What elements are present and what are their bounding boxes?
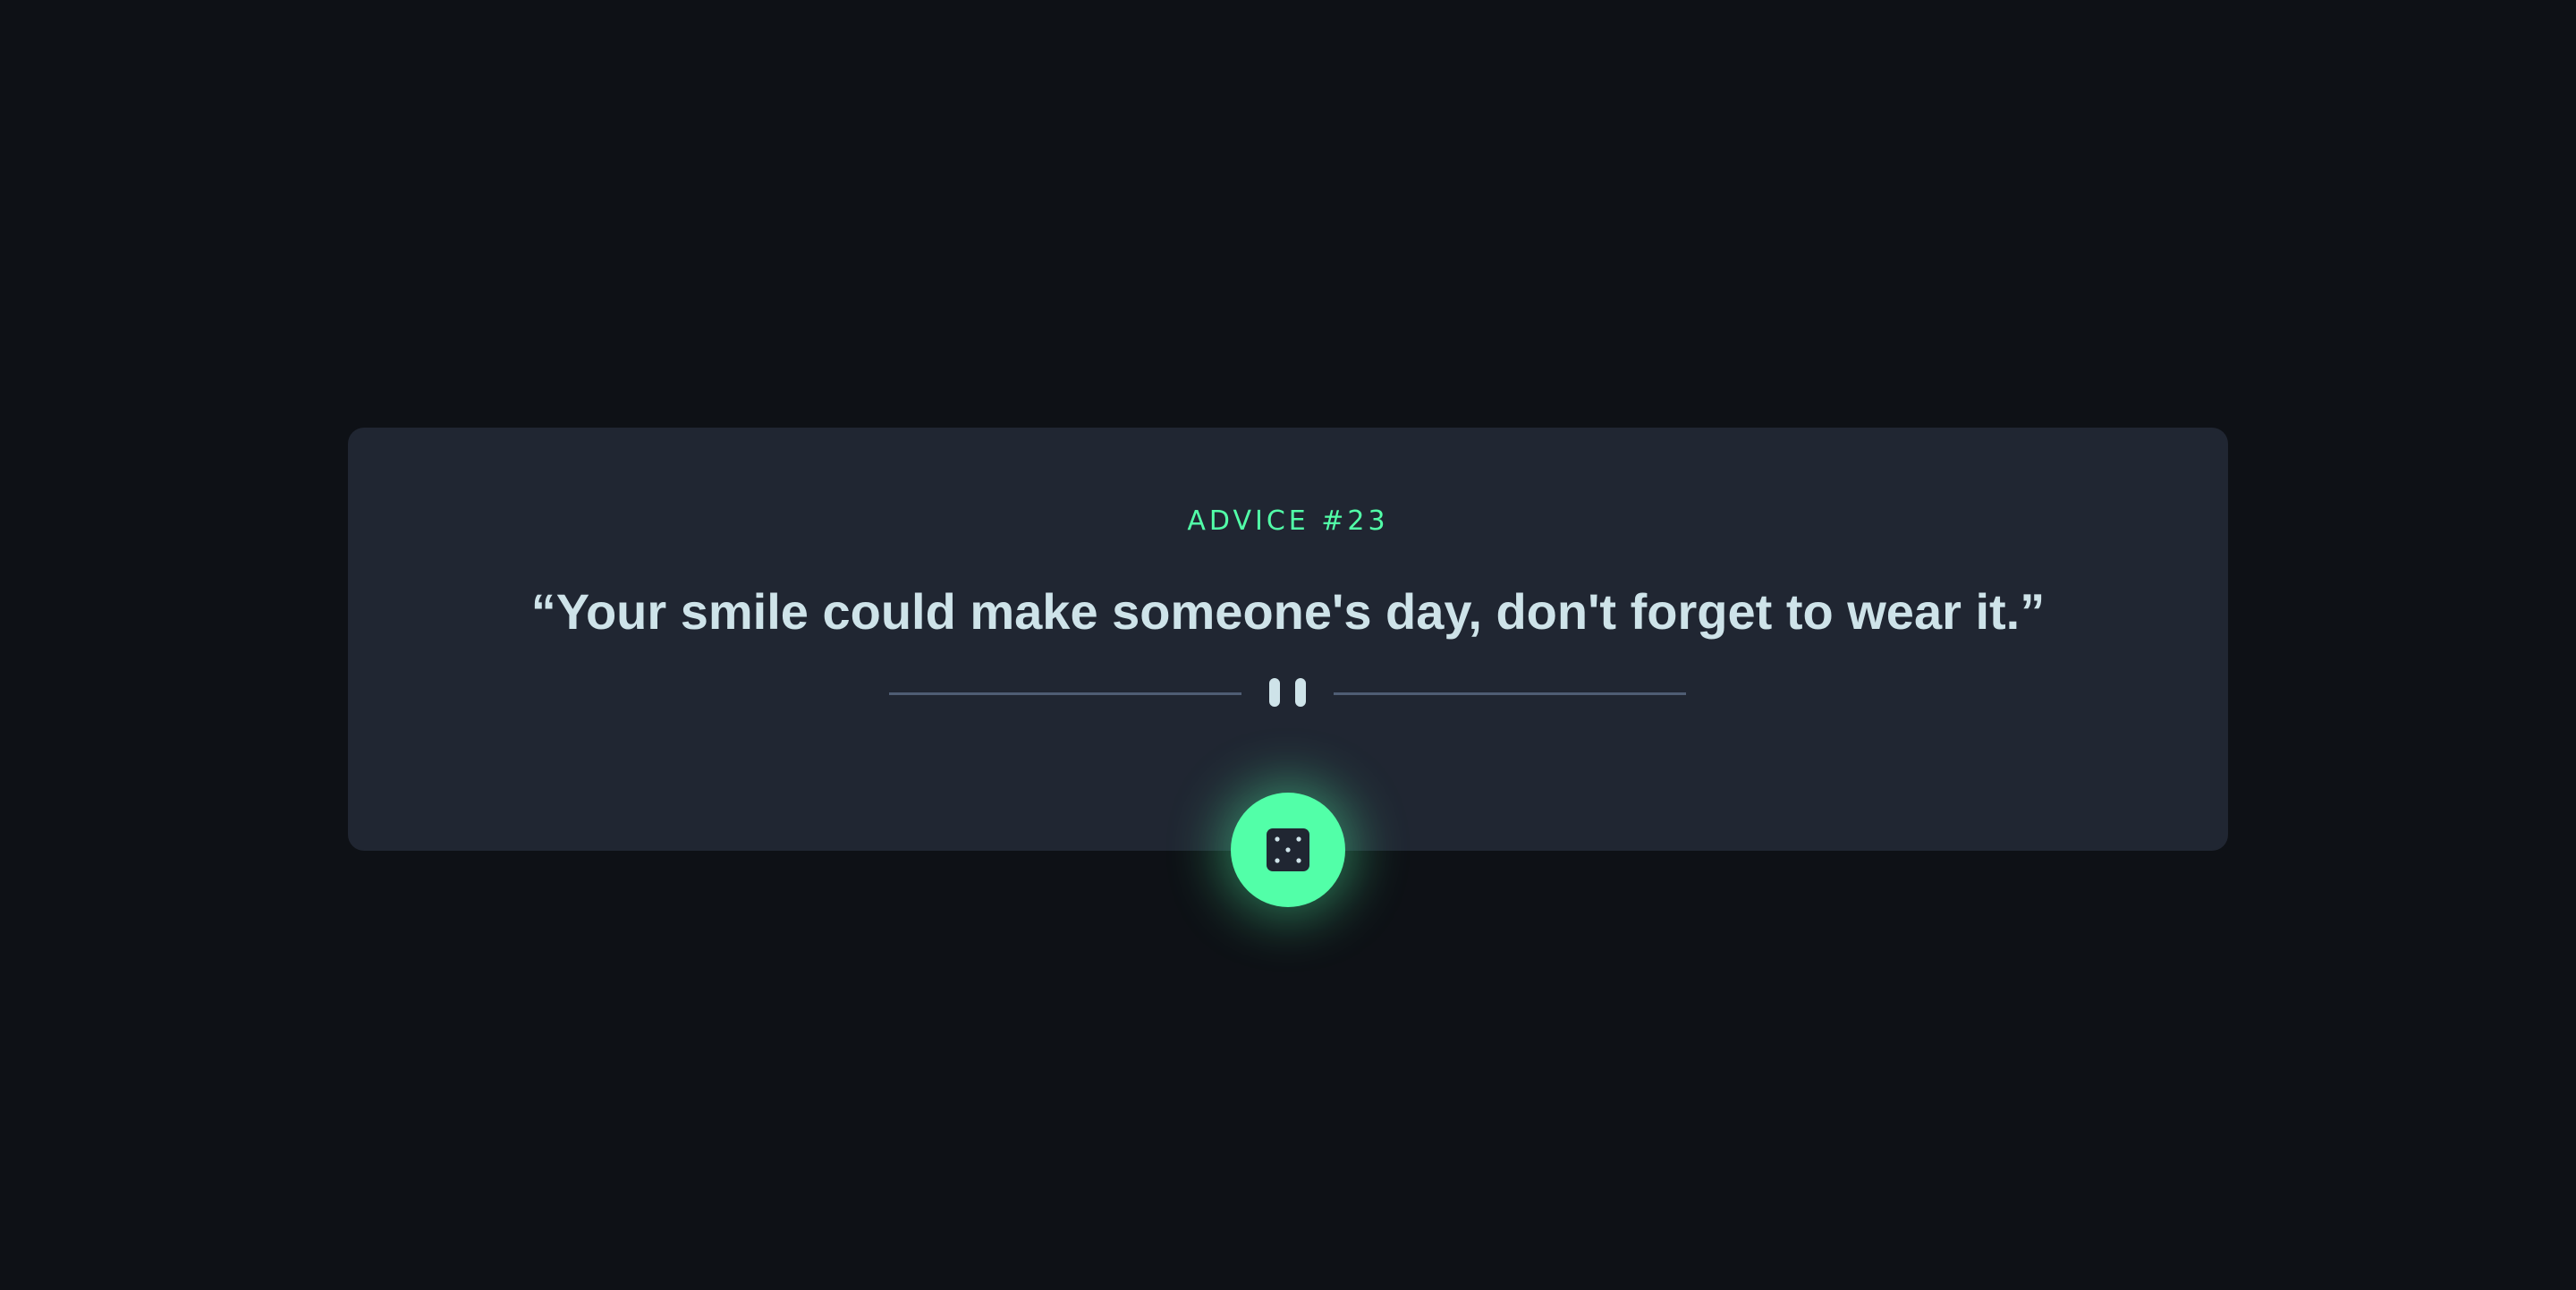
pause-icon [1269, 678, 1280, 707]
advice-quote: “Your smile could make someone's day, do… [530, 583, 2046, 640]
dice-icon [1267, 828, 1309, 871]
pause-icon-bar [1295, 678, 1306, 707]
divider-line-left [889, 692, 1241, 695]
divider-line-right [1334, 692, 1686, 695]
advice-number: ADVICE #23 [1187, 505, 1389, 537]
new-advice-button[interactable] [1231, 793, 1345, 907]
